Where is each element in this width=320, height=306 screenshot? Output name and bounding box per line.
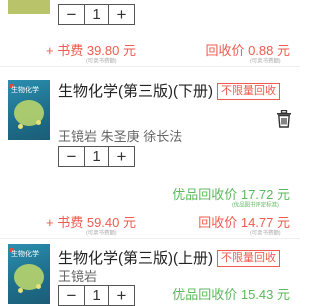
book-authors: 王镜岩 朱圣庚 徐长法 bbox=[58, 129, 183, 144]
increase-button[interactable]: + bbox=[109, 5, 134, 24]
quantity-stepper: − 1 + bbox=[58, 4, 135, 25]
divider bbox=[0, 238, 300, 239]
decrease-button[interactable]: − bbox=[59, 147, 84, 166]
book-cover-partial bbox=[8, 0, 50, 14]
premium-recycle-price: 优品回收价 15.43 元 bbox=[172, 284, 290, 303]
unlimited-recycle-badge: 不限量回收 bbox=[216, 250, 280, 267]
trash-icon[interactable] bbox=[276, 110, 292, 128]
cover-dot bbox=[36, 284, 41, 289]
cover-title: 生物化学 bbox=[11, 87, 39, 94]
book-title[interactable]: 生物化学(第三版)(下册) 不限量回收 bbox=[58, 80, 280, 101]
premium-recycle-label: 优品回收价 bbox=[172, 187, 238, 202]
cover-dot bbox=[36, 120, 41, 125]
book-fee-prefix: + 书费 bbox=[46, 215, 84, 230]
recycle-price-note: (可卖书费额) bbox=[250, 230, 281, 237]
book-authors: 王镜岩 bbox=[58, 269, 98, 284]
quantity-stepper: − 1 + bbox=[58, 146, 135, 167]
divider bbox=[0, 66, 300, 67]
quantity-stepper: − 1 + bbox=[58, 285, 135, 306]
quantity-value[interactable]: 1 bbox=[84, 147, 109, 166]
decrease-button[interactable]: − bbox=[59, 5, 84, 24]
quantity-value[interactable]: 1 bbox=[84, 286, 109, 305]
book-cover[interactable]: 生物化学 bbox=[8, 80, 50, 140]
increase-button[interactable]: + bbox=[109, 147, 134, 166]
book-fee-note: (可卖书费额) bbox=[86, 58, 117, 65]
cover-title: 生物化学 bbox=[11, 251, 39, 258]
cover-dot bbox=[18, 288, 23, 293]
book-title[interactable]: 生物化学(第三版)(上册) 不限量回收 bbox=[58, 247, 280, 268]
quantity-value[interactable]: 1 bbox=[84, 5, 109, 24]
book-fee-prefix: + 书费 bbox=[46, 43, 84, 58]
decrease-button[interactable]: − bbox=[59, 286, 84, 305]
increase-button[interactable]: + bbox=[109, 286, 134, 305]
cover-dot bbox=[18, 124, 23, 129]
recycle-price-label: 回收价 bbox=[205, 43, 245, 58]
recycle-price-note: (可卖书费额) bbox=[250, 58, 281, 65]
book-title-text[interactable]: 生物化学(第三版)(下册) bbox=[58, 83, 213, 100]
premium-standard-link[interactable]: (优品图书评定标准) bbox=[232, 200, 279, 208]
unlimited-recycle-badge: 不限量回收 bbox=[216, 83, 280, 100]
book-cover[interactable]: 生物化学 bbox=[8, 244, 50, 304]
book-title-text[interactable]: 生物化学(第三版)(上册) bbox=[58, 250, 213, 267]
book-fee-note: (可卖书费额) bbox=[86, 230, 117, 237]
recycle-price-label: 回收价 bbox=[198, 215, 238, 230]
